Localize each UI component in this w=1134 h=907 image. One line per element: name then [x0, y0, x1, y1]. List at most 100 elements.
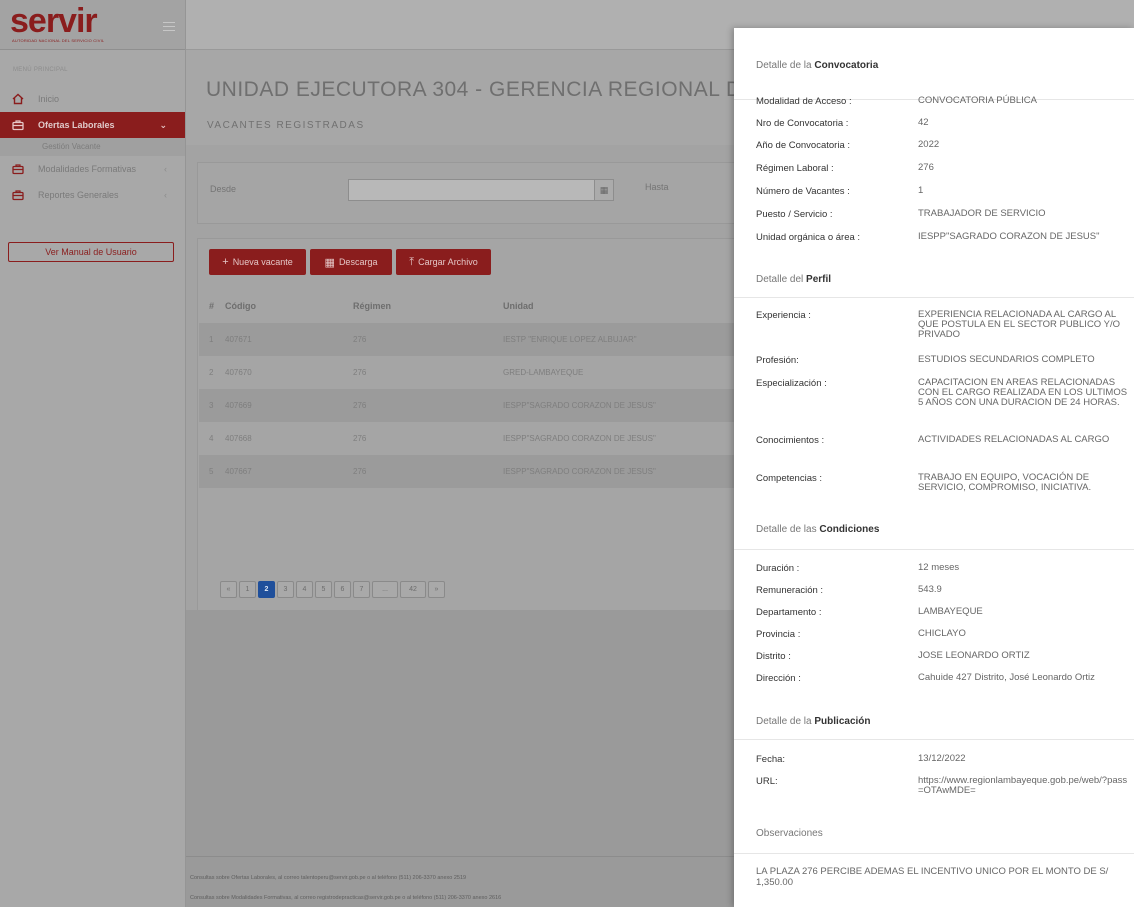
servir-logo[interactable]: servir: [10, 4, 98, 38]
column-header-number: #: [209, 301, 215, 311]
section-header-prefix: Detalle de la: [756, 60, 815, 71]
field-label: Nro de Convocatoria :: [756, 118, 849, 129]
row-number: 4: [209, 434, 214, 443]
column-header-codigo[interactable]: Código: [215, 289, 343, 323]
table-row[interactable]: 5 407667 276 IESPP"SAGRADO CORAZON DE JE…: [199, 455, 757, 488]
hamburger-menu-icon[interactable]: [163, 22, 175, 32]
table-row[interactable]: 3 407669 276 IESPP"SAGRADO CORAZON DE JE…: [199, 389, 757, 422]
section-header-strong: Convocatoria: [814, 60, 879, 71]
field-label: Experiencia :: [756, 310, 811, 321]
page-3-button[interactable]: 3: [277, 581, 294, 598]
field-label: Competencias :: [756, 473, 823, 484]
page-7-button[interactable]: 7: [353, 581, 370, 598]
table-row[interactable]: 1 407671 276 IESTP "ENRIQUE LOPEZ ALBUJA…: [199, 323, 757, 356]
vacancy-detail-panel: Detalle de la Convocatoria Modalidad de …: [734, 28, 1134, 907]
hasta-label: Hasta: [645, 182, 669, 192]
field-label: Provincia :: [756, 629, 801, 640]
section-header-convocatoria: Detalle de la Convocatoria: [734, 60, 1134, 100]
row-codigo: 407669: [215, 389, 343, 422]
page-ellipsis: ...: [372, 581, 398, 598]
row-number: 3: [199, 389, 215, 422]
briefcase-icon: [12, 164, 24, 175]
submenu-gestion-vacante[interactable]: Gestión Vacante: [0, 138, 185, 156]
field-label: Dirección :: [756, 673, 801, 684]
briefcase-icon: [12, 120, 24, 131]
page-1-button[interactable]: 1: [239, 581, 256, 598]
field-value: JOSE LEONARDO ORTIZ: [918, 650, 1030, 661]
section-header-prefix: Detalle de las: [756, 524, 820, 535]
field-label: Régimen Laboral :: [756, 163, 834, 174]
sidebar-item-reportes-generales[interactable]: Reportes Generales ‹: [0, 182, 185, 208]
field-value: TRABAJADOR DE SERVICIO: [918, 208, 1046, 219]
vacancies-panel: + Nueva vacante ▦ Descarga ⤒ Cargar Arch…: [197, 238, 757, 622]
field-value: 543.9: [918, 584, 942, 595]
field-value: LAMBAYEQUE: [918, 606, 983, 617]
vacancies-table: # Código Régimen Unidad 1 407671 276 IES…: [199, 289, 757, 488]
row-regimen: 276: [353, 368, 367, 377]
row-unidad: IESTP "ENRIQUE LOPEZ ALBUJAR": [493, 323, 757, 356]
field-conocimientos: Conocimientos : ACTIVIDADES RELACIONADAS…: [756, 435, 1134, 457]
section-header-strong: Publicación: [814, 716, 871, 727]
table-row[interactable]: 4 407668 276 IESPP"SAGRADO CORAZON DE JE…: [199, 422, 757, 455]
column-header-regimen[interactable]: Régimen: [343, 289, 493, 323]
filter-panel: Desde ▦ Hasta: [197, 162, 757, 224]
desde-date-input[interactable]: [348, 179, 599, 201]
page-6-button[interactable]: 6: [334, 581, 351, 598]
publication-url-link[interactable]: https://www.regionlambayeque.gob.pe/web/…: [918, 776, 1132, 796]
new-vacancy-button[interactable]: + Nueva vacante: [209, 249, 306, 275]
user-manual-button[interactable]: Ver Manual de Usuario: [8, 242, 174, 262]
chevron-left-icon: ‹: [164, 164, 167, 174]
field-value: EXPERIENCIA RELACIONADA AL CARGO AL QUE …: [918, 309, 1121, 340]
field-value: TRABAJO EN EQUIPO, VOCACIÓN DE SERVICIO,…: [918, 472, 1092, 493]
observaciones-text: LA PLAZA 276 PERCIBE ADEMAS EL INCENTIVO…: [756, 866, 1109, 888]
home-icon: [12, 93, 24, 105]
footer: Consultas sobre Ofertas Laborales, al co…: [186, 856, 746, 907]
briefcase-icon: [12, 190, 24, 201]
page-subtitle: VACANTES REGISTRADAS: [207, 120, 365, 131]
upload-file-button[interactable]: ⤒ Cargar Archivo: [396, 249, 491, 275]
row-codigo: 407667: [215, 455, 343, 488]
field-label: Remuneración :: [756, 585, 824, 596]
page-4-button[interactable]: 4: [296, 581, 313, 598]
row-number: 2: [209, 368, 214, 377]
row-regimen: 276: [343, 389, 493, 422]
field-value: ACTIVIDADES RELACIONADAS AL CARGO: [918, 434, 1110, 445]
page-42-button[interactable]: 42: [400, 581, 426, 598]
field-label: URL:: [756, 776, 778, 787]
field-url: URL: https://www.regionlambayeque.gob.pe…: [756, 776, 1134, 798]
page-prev-button[interactable]: «: [220, 581, 237, 598]
page-2-button[interactable]: 2: [258, 581, 275, 598]
sidebar-item-modalidades-formativas[interactable]: Modalidades Formativas ‹: [0, 156, 185, 182]
row-unidad: GRED-LAMBAYEQUE: [503, 368, 584, 377]
field-label: Profesión:: [756, 355, 799, 366]
page-next-button[interactable]: »: [428, 581, 445, 598]
footer-contact-modalidades: Consultas sobre Modalidades Formativas, …: [190, 895, 502, 901]
field-value: 13/12/2022: [918, 753, 966, 764]
field-label: Distrito :: [756, 651, 791, 662]
row-codigo: 407670: [225, 368, 252, 377]
field-experiencia: Experiencia : EXPERIENCIA RELACIONADA AL…: [756, 310, 1134, 344]
sidebar-item-ofertas-laborales[interactable]: Ofertas Laborales ⌄: [0, 112, 185, 138]
sidebar-item-inicio[interactable]: Inicio: [0, 86, 185, 112]
field-value: 42: [918, 117, 929, 128]
row-regimen: 276: [343, 455, 493, 488]
field-value: 12 meses: [918, 562, 960, 573]
field-value: 1: [918, 185, 924, 196]
sidebar-item-label: Inicio: [38, 94, 60, 104]
calendar-icon[interactable]: ▦: [594, 179, 614, 201]
column-header-unidad[interactable]: Unidad: [493, 289, 757, 323]
download-button[interactable]: ▦ Descarga: [310, 249, 392, 275]
field-especializacion: Especialización : CAPACITACION EN AREAS …: [756, 378, 1134, 422]
table-row[interactable]: 2 407670 276 GRED-LAMBAYEQUE: [199, 356, 757, 389]
field-label: Número de Vacantes :: [756, 186, 850, 197]
field-label: Departamento :: [756, 607, 822, 618]
row-codigo: 407671: [215, 323, 343, 356]
row-regimen: 276: [353, 434, 367, 443]
table-header-row: # Código Régimen Unidad: [199, 289, 757, 323]
section-header-publicacion: Detalle de la Publicación: [734, 716, 1134, 740]
field-value: CONVOCATORIA PÚBLICA: [918, 95, 1037, 106]
page-5-button[interactable]: 5: [315, 581, 332, 598]
sidebar-item-label: Ofertas Laborales: [38, 120, 115, 130]
upload-label: Cargar Archivo: [418, 257, 478, 267]
section-header-observaciones: Observaciones: [734, 828, 1134, 854]
